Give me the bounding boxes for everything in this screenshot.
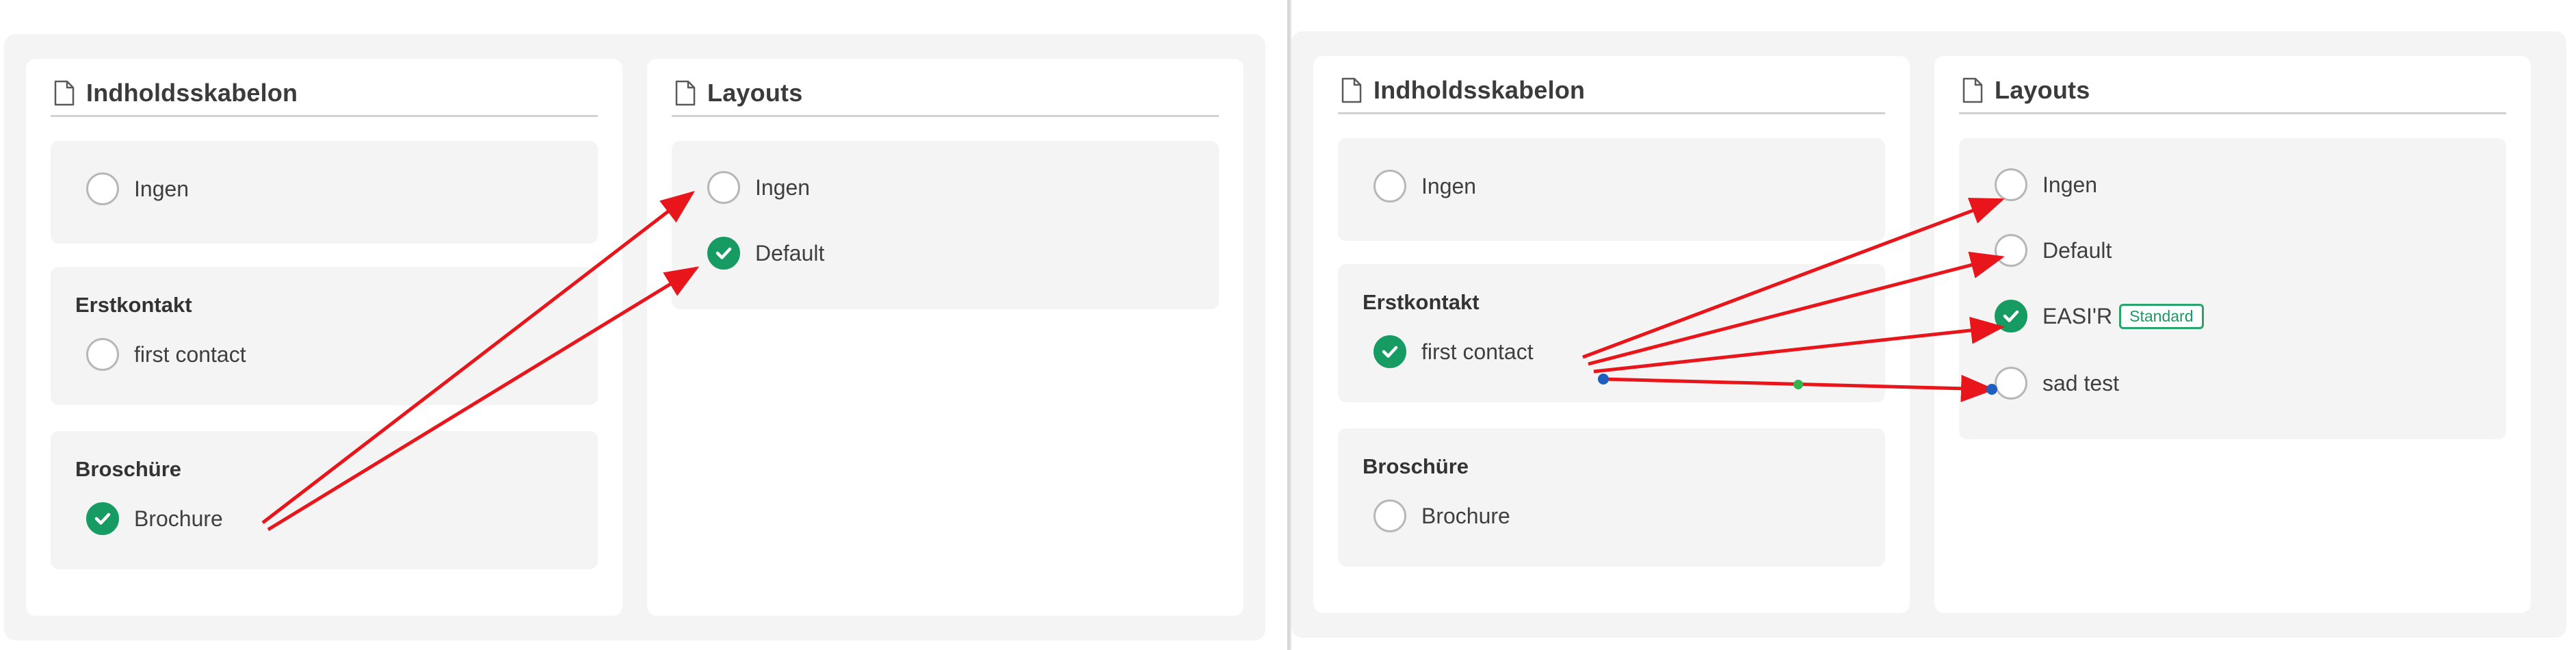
radio-button-checked[interactable] xyxy=(707,237,740,270)
radio-button[interactable] xyxy=(86,338,119,371)
card-header: Layouts xyxy=(1959,68,2506,114)
card-header: Indholdsskabelon xyxy=(1338,68,1885,114)
content-template-card: Indholdsskabelon Ingen Erstkontakt first… xyxy=(1313,56,1910,613)
option-label: Default xyxy=(755,240,825,265)
template-group-broschure: Broschüre Brochure xyxy=(1338,428,1885,567)
group-title: Erstkontakt xyxy=(1363,290,1480,314)
screenshot-left: Indholdsskabelon Ingen Erstkontakt first… xyxy=(0,0,1287,650)
option-label: EASI'R xyxy=(2042,303,2113,328)
content-template-card: Indholdsskabelon Ingen Erstkontakt first… xyxy=(26,59,622,616)
card-title: Layouts xyxy=(1995,76,2090,104)
card-header: Indholdsskabelon xyxy=(51,71,598,117)
card-title: Indholdsskabelon xyxy=(1374,76,1586,104)
template-group-erstkontakt: Erstkontakt first contact xyxy=(51,267,598,405)
radio-button[interactable] xyxy=(1995,367,2027,400)
card-title: Indholdsskabelon xyxy=(86,79,298,107)
document-icon xyxy=(54,80,75,106)
option-label: first contact xyxy=(134,341,246,367)
document-icon xyxy=(1962,77,1983,103)
template-option-first-contact[interactable]: first contact xyxy=(1374,333,1534,371)
option-label: Ingen xyxy=(1421,173,1477,198)
template-group-none: Ingen xyxy=(51,141,598,244)
page-panel: Indholdsskabelon Ingen Erstkontakt first… xyxy=(4,34,1265,640)
option-label: sad test xyxy=(2042,370,2120,395)
radio-button[interactable] xyxy=(86,172,119,205)
template-group-none: Ingen xyxy=(1338,138,1885,241)
radio-button[interactable] xyxy=(707,171,740,204)
option-label: first contact xyxy=(1421,339,1534,364)
layouts-card: Layouts Ingen Default EASI'R Standard sa… xyxy=(1934,56,2531,613)
template-group-broschure: Broschüre Brochure xyxy=(51,431,598,569)
layout-option-none[interactable]: Ingen xyxy=(707,168,810,207)
checkmark-icon xyxy=(2003,310,2019,322)
group-title: Broschüre xyxy=(1363,454,1469,478)
group-title: Broschüre xyxy=(75,457,182,481)
template-option-none[interactable]: Ingen xyxy=(86,170,189,208)
checkmark-icon xyxy=(715,247,732,259)
radio-button[interactable] xyxy=(1374,499,1406,532)
template-option-first-contact[interactable]: first contact xyxy=(86,335,246,374)
option-label: Ingen xyxy=(134,176,189,201)
layouts-card: Layouts Ingen Default xyxy=(647,59,1244,616)
page-panel: Indholdsskabelon Ingen Erstkontakt first… xyxy=(1291,31,2566,638)
radio-button[interactable] xyxy=(1995,168,2027,201)
document-icon xyxy=(675,80,696,106)
layout-option-none[interactable]: Ingen xyxy=(1995,166,2097,204)
card-header: Layouts xyxy=(672,71,1219,117)
option-label: Brochure xyxy=(1421,503,1510,528)
radio-button-checked[interactable] xyxy=(86,502,119,535)
layout-option-easir[interactable]: EASI'R Standard xyxy=(1995,297,2204,335)
group-title: Erstkontakt xyxy=(75,293,192,317)
radio-button-checked[interactable] xyxy=(1995,300,2027,333)
template-option-none[interactable]: Ingen xyxy=(1374,167,1476,205)
option-label: Default xyxy=(2042,237,2112,263)
screenshot-right: Indholdsskabelon Ingen Erstkontakt first… xyxy=(1291,0,2576,650)
checkmark-icon xyxy=(94,512,111,525)
template-option-brochure[interactable]: Brochure xyxy=(86,499,223,538)
radio-button-checked[interactable] xyxy=(1374,335,1406,368)
layout-option-default[interactable]: Default xyxy=(707,234,824,272)
layout-option-default[interactable]: Default xyxy=(1995,231,2112,270)
layout-options-group: Ingen Default EASI'R Standard sad test xyxy=(1959,138,2506,439)
option-label: Ingen xyxy=(2042,172,2098,197)
radio-button[interactable] xyxy=(1374,170,1406,203)
document-icon xyxy=(1341,77,1362,103)
layout-options-group: Ingen Default xyxy=(672,141,1219,309)
checkmark-icon xyxy=(1382,346,1398,358)
standard-badge: Standard xyxy=(2119,303,2204,329)
radio-button[interactable] xyxy=(1995,234,2027,267)
layout-option-sad-test[interactable]: sad test xyxy=(1995,364,2119,402)
card-title: Layouts xyxy=(707,79,803,107)
option-label: Brochure xyxy=(134,506,223,531)
template-group-erstkontakt: Erstkontakt first contact xyxy=(1338,264,1885,402)
template-option-brochure[interactable]: Brochure xyxy=(1374,497,1510,535)
option-label: Ingen xyxy=(755,174,811,200)
